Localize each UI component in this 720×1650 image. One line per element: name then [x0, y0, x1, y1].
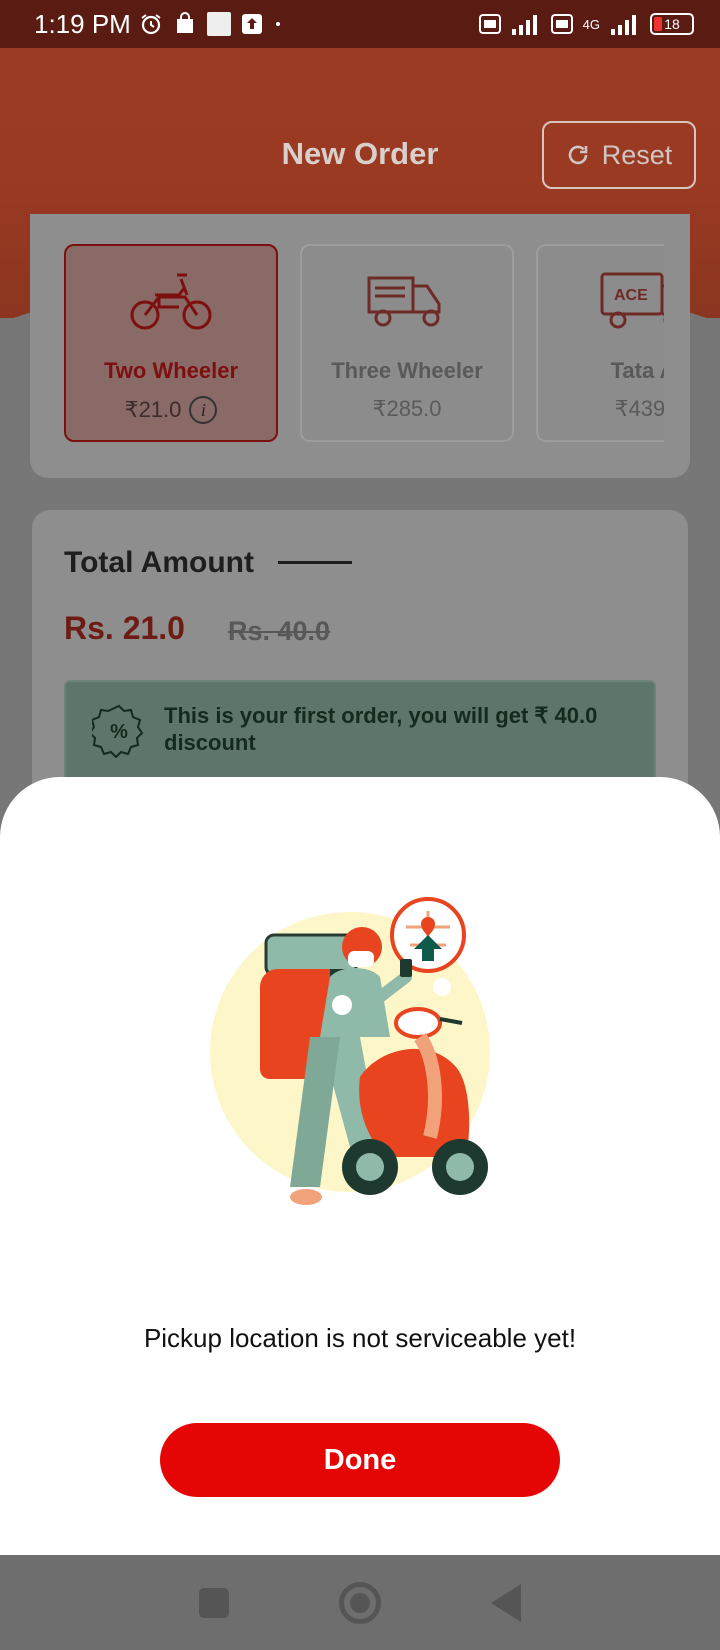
delivery-scooter-illustration: [210, 897, 490, 1205]
svg-text:%: %: [110, 721, 128, 743]
alarm-icon: [141, 14, 161, 35]
vehicle-price: ₹439.: [614, 396, 664, 421]
vehicle-name: Two Wheeler: [103, 358, 239, 383]
vehicle-name: Tata A: [610, 358, 664, 383]
title-underline: [278, 561, 352, 564]
motorcycle-icon: [130, 273, 212, 330]
volte-icon: [478, 14, 501, 34]
vehicle-price-row: ₹285.0: [372, 396, 441, 422]
discount-text: This is your first order, you will get ₹…: [164, 703, 598, 755]
status-notification-icons: [139, 12, 283, 36]
reset-label: Reset: [601, 139, 673, 170]
original-price: Rs. 40.0: [228, 616, 331, 646]
vehicle-name: Three Wheeler: [331, 358, 483, 383]
app-notification-icon: [206, 12, 231, 36]
total-amount-card: Total Amount Rs. 21.0 Rs. 40.0 % This is…: [32, 510, 688, 810]
vehicle-price-row: ₹21.0 i: [125, 396, 218, 424]
status-time: 1:19 PM: [34, 8, 131, 39]
vehicle-three-wheeler[interactable]: Three Wheeler ₹285.0: [300, 244, 514, 442]
ace-badge: ACE: [614, 287, 648, 304]
vehicle-selector: Two Wheeler ₹21.0 i Three Wheeler ₹285.0…: [30, 214, 690, 478]
upload-icon: [241, 14, 262, 34]
not-serviceable-message: Pickup location is not serviceable yet!: [143, 1323, 577, 1353]
home-button[interactable]: [339, 1581, 381, 1624]
refresh-icon: [568, 145, 588, 165]
shopping-bag-icon: [176, 12, 193, 33]
signal-icon-2: [611, 15, 636, 35]
vehicle-tata-ace[interactable]: ACE Tata A ₹439.: [536, 244, 664, 442]
battery-icon: 18: [650, 13, 694, 35]
back-button[interactable]: [491, 1583, 521, 1622]
total-title: Total Amount: [64, 546, 254, 579]
vehicle-price: ₹285.0: [372, 396, 442, 421]
network-type: 4G: [582, 16, 600, 32]
volte-icon-2: [550, 14, 573, 34]
vehicle-price: ₹21.0: [124, 397, 182, 422]
signal-icon: [511, 15, 537, 35]
discount-badge-icon: %: [92, 704, 144, 758]
current-price: Rs. 21.0: [64, 610, 185, 646]
reset-button[interactable]: Reset: [542, 121, 696, 189]
vehicle-two-wheeler[interactable]: Two Wheeler ₹21.0 i: [64, 244, 278, 442]
vehicle-price-row: ₹439.: [615, 396, 664, 422]
system-navigation-bar: [0, 1555, 720, 1650]
status-bar: 1:19 PM 4G 18: [0, 0, 720, 48]
battery-level: 18: [664, 16, 680, 32]
vehicle-list[interactable]: Two Wheeler ₹21.0 i Three Wheeler ₹285.0…: [64, 244, 664, 444]
three-wheeler-icon: [367, 276, 441, 327]
done-button[interactable]: Done: [160, 1423, 560, 1497]
not-serviceable-sheet: Pickup location is not serviceable yet! …: [0, 777, 720, 1555]
dot-icon: [275, 22, 280, 26]
status-system-icons: 4G 18: [478, 13, 694, 35]
tata-ace-icon: ACE: [600, 272, 664, 329]
info-icon[interactable]: i: [189, 396, 218, 424]
discount-banner: % This is your first order, you will get…: [64, 680, 656, 790]
recent-apps-button[interactable]: [199, 1587, 229, 1618]
